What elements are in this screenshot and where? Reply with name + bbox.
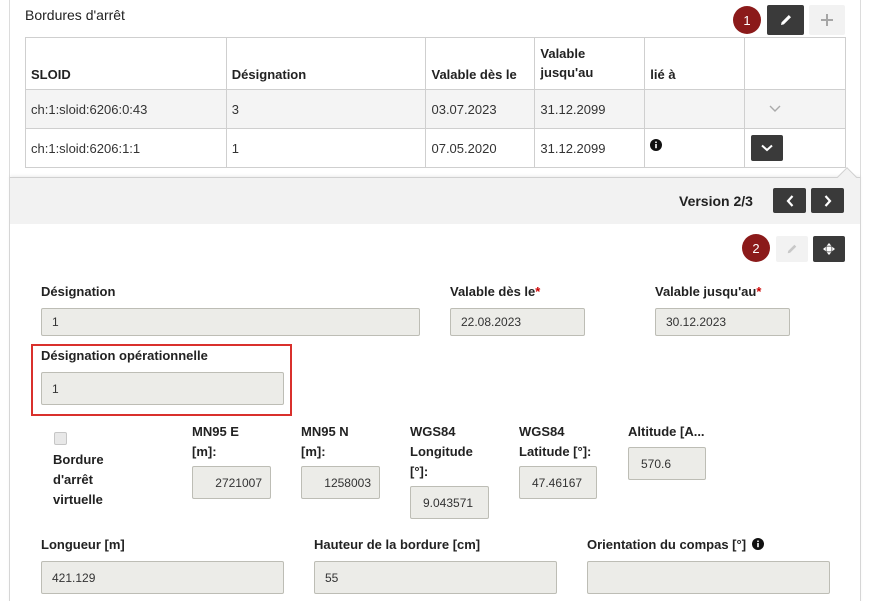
valid-from-label-text: Valable dès le	[450, 284, 536, 299]
version-label: Version 2/3	[679, 193, 753, 209]
mn95-n-label-line1: MN95 N	[301, 424, 349, 439]
chevron-down-icon	[769, 105, 781, 112]
operational-designation-label: Désignation opérationnelle	[41, 348, 208, 363]
table-row[interactable]: ch:1:sloid:6206:0:43 3 03.07.2023 31.12.…	[25, 89, 846, 129]
compass-label-text: Orientation du compas [°]	[587, 537, 747, 552]
header-valid-from[interactable]: Valable dès le	[425, 37, 536, 90]
header-linked[interactable]: lié à	[644, 37, 746, 90]
cell-valid-from: 03.07.2023	[425, 89, 536, 129]
panel-border-right	[860, 0, 861, 601]
altitude-label: Altitude [A...	[628, 424, 705, 439]
cell-linked	[644, 89, 746, 129]
add-button[interactable]	[809, 5, 845, 35]
wgs84-latitude-label-line1: WGS84	[519, 424, 565, 439]
cell-actions	[744, 89, 846, 129]
info-icon[interactable]	[650, 139, 663, 151]
wgs84-longitude-label-line2: Longitude	[410, 444, 473, 459]
virtual-border-label-line3: virtuelle	[53, 492, 103, 507]
wgs84-longitude-field[interactable]: 9.043571	[410, 486, 489, 519]
cell-valid-to: 31.12.2099	[534, 89, 646, 129]
mn95-e-label-line1: MN95 E	[192, 424, 239, 439]
cell-designation: 1	[225, 128, 427, 168]
stop-borders-table: SLOID Désignation Valable dès le Valable…	[25, 37, 846, 168]
next-version-button[interactable]	[811, 188, 844, 213]
length-field[interactable]: 421.129	[41, 561, 284, 594]
move-arrows-icon	[823, 243, 835, 255]
virtual-border-label: Bordure d'arrêt virtuelle	[53, 450, 104, 510]
cell-actions	[744, 128, 846, 168]
cell-linked	[644, 128, 746, 168]
header-designation[interactable]: Désignation	[225, 37, 427, 90]
designation-field[interactable]: 1	[41, 308, 420, 336]
chevron-down-icon	[761, 144, 773, 152]
cell-designation: 3	[225, 89, 427, 129]
required-marker: *	[535, 284, 541, 299]
edit-button[interactable]	[767, 5, 804, 35]
mn95-e-field[interactable]: 2721007	[192, 466, 271, 499]
altitude-field[interactable]: 570.6	[628, 447, 706, 480]
previous-version-button[interactable]	[773, 188, 806, 213]
section-title: Bordures d'arrêt	[25, 7, 125, 23]
chevron-left-icon	[786, 194, 793, 207]
cell-sloid: ch:1:sloid:6206:1:1	[25, 128, 227, 168]
header-valid-to-line1: Valable	[540, 46, 586, 61]
border-height-field[interactable]: 55	[314, 561, 557, 594]
pencil-icon	[787, 244, 797, 254]
wgs84-longitude-label: WGS84 Longitude [°]:	[410, 422, 473, 482]
required-marker: *	[756, 284, 762, 299]
valid-from-label: Valable dès le*	[450, 282, 540, 302]
wgs84-longitude-label-line1: WGS84	[410, 424, 456, 439]
table-header-row: SLOID Désignation Valable dès le Valable…	[25, 37, 846, 90]
border-height-label: Hauteur de la bordure [cm]	[314, 537, 481, 552]
edit-version-button[interactable]	[776, 236, 808, 262]
collapse-row-button[interactable]	[751, 135, 784, 161]
wgs84-latitude-label: WGS84 Latitude [°]:	[519, 422, 591, 462]
expand-row-button[interactable]	[759, 96, 791, 122]
header-valid-to[interactable]: Valable jusqu'au	[534, 37, 646, 90]
header-sloid[interactable]: SLOID	[25, 37, 227, 90]
valid-to-label-text: Valable jusqu'au	[655, 284, 757, 299]
annotation-badge-1: 1	[733, 6, 761, 34]
mn95-n-field[interactable]: 1258003	[301, 466, 380, 499]
wgs84-latitude-field[interactable]: 47.46167	[519, 466, 597, 499]
mn95-e-label: MN95 E [m]:	[192, 422, 239, 462]
annotation-badge-2: 2	[742, 234, 770, 262]
plus-icon	[821, 14, 833, 26]
header-actions	[744, 37, 846, 90]
compass-label: Orientation du compas [°]	[587, 535, 764, 555]
mn95-n-label-line2: [m]:	[301, 444, 326, 459]
wgs84-longitude-label-line3: [°]:	[410, 464, 429, 479]
move-button[interactable]	[813, 236, 845, 262]
valid-from-field[interactable]: 22.08.2023	[450, 308, 585, 336]
compass-field[interactable]	[587, 561, 830, 594]
pencil-icon	[780, 15, 791, 25]
mn95-n-label: MN95 N [m]:	[301, 422, 349, 462]
info-icon[interactable]	[751, 538, 764, 550]
designation-label: Désignation	[41, 284, 116, 299]
table-row[interactable]: ch:1:sloid:6206:1:1 1 07.05.2020 31.12.2…	[25, 128, 846, 168]
cell-sloid: ch:1:sloid:6206:0:43	[25, 89, 227, 129]
header-valid-to-line2: jusqu'au	[540, 65, 594, 80]
chevron-right-icon	[824, 194, 831, 207]
virtual-border-checkbox[interactable]	[54, 432, 67, 445]
virtual-border-label-line2: d'arrêt	[53, 472, 93, 487]
valid-to-field[interactable]: 30.12.2023	[655, 308, 790, 336]
cell-valid-to: 31.12.2099	[534, 128, 646, 168]
length-label: Longueur [m]	[41, 537, 125, 552]
wgs84-latitude-label-line2: Latitude [°]:	[519, 444, 592, 459]
valid-to-label: Valable jusqu'au*	[655, 282, 761, 302]
cell-valid-from: 07.05.2020	[425, 128, 536, 168]
mn95-e-label-line2: [m]:	[192, 444, 217, 459]
virtual-border-label-line1: Bordure	[53, 452, 104, 467]
operational-designation-field[interactable]: 1	[41, 372, 284, 405]
